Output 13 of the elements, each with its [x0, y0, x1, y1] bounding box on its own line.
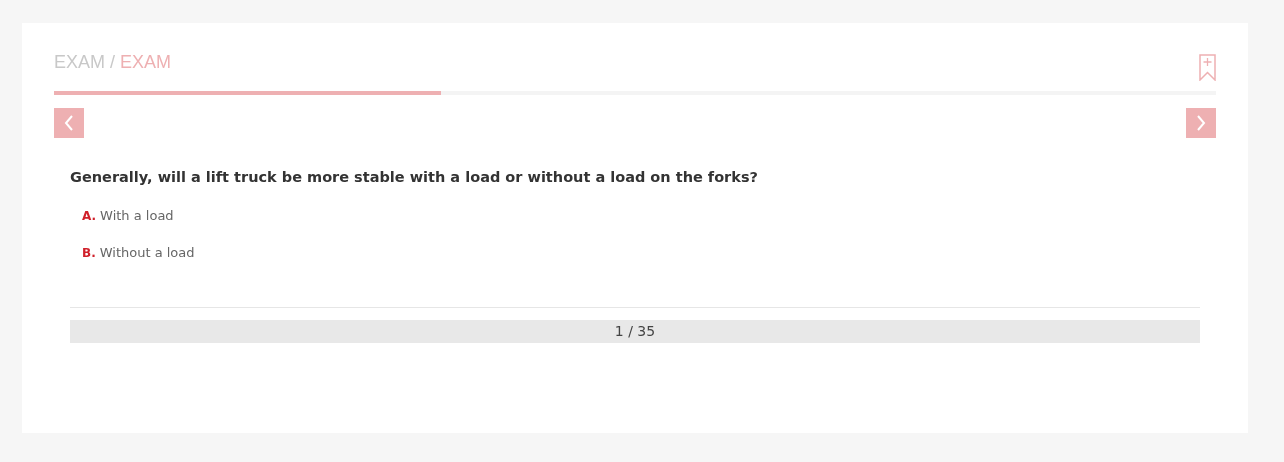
option-letter: B.: [82, 246, 96, 260]
question-text: Generally, will a lift truck be more stable with a load or without a load on the forks?: [70, 169, 759, 185]
answer-option[interactable]: Without a load: [99, 245, 195, 260]
page-counter: 1 / 35: [70, 320, 1200, 343]
chevron-left-icon: [63, 115, 75, 131]
previous-button[interactable]: [54, 108, 84, 138]
breadcrumb-separator: /: [109, 52, 117, 72]
bookmark-add-icon[interactable]: [1199, 54, 1216, 81]
chevron-right-icon: [1195, 115, 1207, 131]
answer-option[interactable]: With a load: [100, 208, 174, 223]
breadcrumb-item: EXAM: [120, 52, 172, 72]
option-letter: A.: [82, 209, 97, 223]
next-button[interactable]: [1186, 108, 1216, 138]
